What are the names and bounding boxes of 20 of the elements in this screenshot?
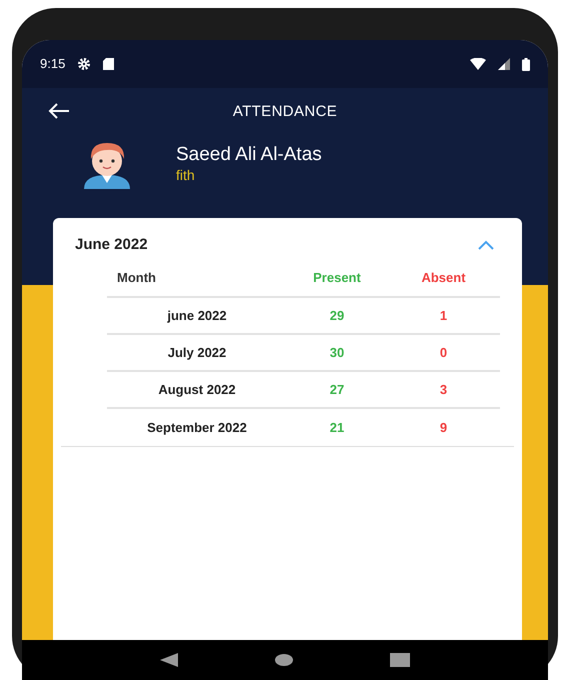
- month-title: June 2022: [75, 234, 148, 255]
- column-header: Absent: [420, 269, 467, 288]
- table-cell-text: August 2022: [157, 380, 237, 399]
- table-cell-text: 1: [438, 306, 448, 325]
- student-grade: fith: [176, 167, 196, 185]
- table-cell-text: 3: [438, 380, 448, 399]
- table-cell-text: September 2022: [146, 418, 248, 437]
- table-cell-text: june 2022: [166, 306, 228, 325]
- table-cell-text: 27: [328, 380, 346, 399]
- table-cell-text: 21: [328, 418, 346, 437]
- column-header: Present: [312, 269, 362, 288]
- table-cell-text: 29: [328, 306, 346, 325]
- table-cell-text: July 2022: [166, 344, 228, 362]
- status-time: 9:15: [40, 55, 66, 74]
- table-cell-text: 9: [438, 418, 448, 437]
- page-title: ATTENDANCE: [232, 102, 338, 122]
- table-cell-text: 0: [438, 344, 448, 362]
- column-header: Month: [116, 269, 157, 288]
- table-cell-text: 30: [328, 344, 346, 362]
- student-name: Saeed Ali Al-Atas: [176, 143, 322, 168]
